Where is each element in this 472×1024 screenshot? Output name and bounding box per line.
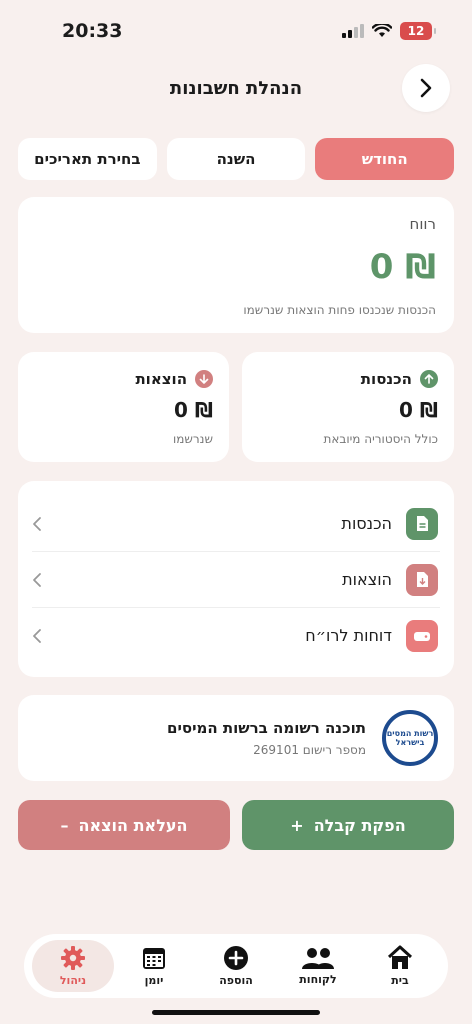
menu-item-expenses[interactable]: הוצאות — [32, 552, 440, 607]
tabbar-label: הוספה — [219, 974, 253, 987]
expenses-title: הוצאות — [135, 370, 187, 388]
home-icon — [387, 945, 413, 969]
minus-icon: – — [60, 815, 69, 835]
add-icon — [224, 946, 248, 970]
arrow-down-icon — [195, 370, 213, 388]
tax-title: תוכנה רשומה ברשות המיסים — [167, 719, 366, 737]
header: הנהלת חשבונות — [0, 60, 472, 120]
upload-expense-button[interactable]: העלאת הוצאה – — [18, 800, 230, 850]
document-icon — [406, 507, 438, 540]
tabbar-add[interactable]: הוספה — [196, 940, 276, 992]
calendar-icon — [143, 948, 165, 969]
status-time: 20:33 — [62, 20, 123, 42]
status-bar: 20:33 12 — [0, 0, 472, 60]
menu-card: הכנסות הוצאות דוחות לרו״ח — [18, 481, 454, 677]
income-subtitle: כולל היסטוריה מיובאת — [323, 432, 439, 446]
menu-item-income[interactable]: הכנסות — [32, 496, 440, 551]
tabbar-home[interactable]: בית — [360, 940, 440, 992]
document-download-icon — [406, 563, 438, 596]
profit-value: 0 ₪ — [369, 247, 436, 287]
menu-item-accountant-reports[interactable]: דוחות לרו״ח — [32, 608, 440, 663]
gear-icon — [61, 946, 85, 970]
tabbar-clients[interactable]: לקוחות — [278, 940, 358, 992]
expenses-header: הוצאות — [135, 370, 213, 388]
tab-year[interactable]: השנה — [166, 138, 306, 180]
bottom-tab-bar: בית לקוחות הוספה יומן ניהול — [24, 934, 448, 998]
tabbar-label: בית — [391, 974, 409, 987]
tax-registration: מספר רישום 269101 — [253, 743, 366, 757]
battery-indicator: 12 — [400, 22, 436, 40]
tabbar-manage[interactable]: ניהול — [32, 940, 114, 992]
menu-item-label: הוצאות — [342, 570, 392, 589]
tax-authority-logo: רשות המסים בישראל — [382, 710, 438, 766]
chevron-left-icon — [33, 572, 41, 587]
wifi-icon — [372, 24, 392, 37]
period-tabs: בחירת תאריכים השנה החודש — [18, 138, 455, 180]
tabbar-label: לקוחות — [299, 973, 337, 986]
income-value: 0 ₪ — [399, 398, 438, 422]
chevron-left-icon — [33, 628, 41, 643]
tab-date-range[interactable]: בחירת תאריכים — [18, 138, 157, 180]
tabbar-calendar[interactable]: יומן — [114, 940, 194, 992]
tax-authority-card: רשות המסים בישראל תוכנה רשומה ברשות המיס… — [18, 695, 454, 781]
income-summary-card[interactable]: הכנסות 0 ₪ כולל היסטוריה מיובאת — [242, 352, 454, 462]
income-header: הכנסות — [361, 370, 438, 388]
tabbar-label: ניהול — [59, 974, 87, 987]
upload-expense-label: העלאת הוצאה — [78, 815, 188, 835]
menu-item-label: דוחות לרו״ח — [305, 626, 392, 645]
tab-month[interactable]: החודש — [315, 138, 455, 180]
income-title: הכנסות — [360, 370, 412, 388]
profit-description: הכנסות שנכנסו פחות הוצאות שנרשמו — [243, 303, 436, 317]
chevron-right-icon — [420, 78, 432, 98]
profit-card: רווח 0 ₪ הכנסות שנכנסו פחות הוצאות שנרשמ… — [18, 197, 454, 333]
chevron-left-icon — [33, 516, 41, 531]
back-button[interactable] — [402, 64, 450, 112]
profit-label: רווח — [409, 215, 436, 233]
signal-icon — [342, 24, 364, 38]
issue-receipt-button[interactable]: הפקת קבלה + — [242, 800, 454, 850]
expenses-subtitle: שנרשמו — [172, 432, 213, 446]
menu-item-label: הכנסות — [341, 514, 392, 533]
drive-icon — [406, 619, 438, 652]
plus-icon: + — [290, 815, 304, 835]
expenses-value: 0 ₪ — [174, 398, 213, 422]
issue-receipt-label: הפקת קבלה — [313, 815, 406, 835]
status-icons: 12 — [342, 22, 436, 40]
expenses-summary-card[interactable]: הוצאות 0 ₪ שנרשמו — [18, 352, 229, 462]
home-indicator — [152, 1010, 320, 1015]
tabbar-label: יומן — [144, 974, 164, 987]
arrow-up-icon — [420, 370, 438, 388]
clients-icon — [302, 948, 334, 969]
